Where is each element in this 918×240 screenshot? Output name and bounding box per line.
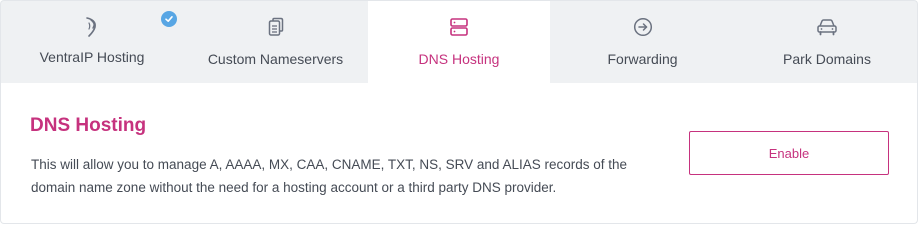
- panel-description: This will allow you to manage A, AAAA, M…: [31, 153, 681, 199]
- documents-icon: [265, 16, 287, 38]
- ventraip-logo-icon: [81, 16, 103, 38]
- tab-forwarding[interactable]: Forwarding: [550, 1, 735, 84]
- tab-dns-hosting[interactable]: DNS Hosting: [368, 1, 550, 84]
- server-icon: [448, 16, 470, 38]
- car-icon: [816, 16, 838, 38]
- description-line-1: This will allow you to manage A, AAAA, M…: [31, 157, 628, 172]
- dns-hosting-panel: DNS Hosting This will allow you to manag…: [0, 83, 918, 224]
- tab-custom-nameservers[interactable]: Custom Nameservers: [183, 1, 368, 84]
- tab-label: VentraIP Hosting: [39, 49, 145, 65]
- tab-park-domains[interactable]: Park Domains: [735, 1, 918, 84]
- service-tabs: VentraIP Hosting Custom Nameservers DNS …: [0, 0, 918, 84]
- tab-label: Custom Nameservers: [207, 51, 344, 67]
- enable-button[interactable]: Enable: [689, 131, 889, 175]
- domain-services-card: VentraIP Hosting Custom Nameservers DNS …: [0, 0, 918, 227]
- check-badge-icon: [161, 11, 177, 27]
- arrow-circle-right-icon: [632, 16, 654, 38]
- panel-title: DNS Hosting: [30, 115, 147, 136]
- tab-label: Forwarding: [607, 51, 678, 67]
- tab-label: Park Domains: [783, 51, 871, 67]
- description-line-2: domain name zone without the need for a …: [31, 180, 557, 195]
- tab-label: DNS Hosting: [418, 51, 500, 67]
- tab-ventraip-hosting[interactable]: VentraIP Hosting: [1, 1, 183, 84]
